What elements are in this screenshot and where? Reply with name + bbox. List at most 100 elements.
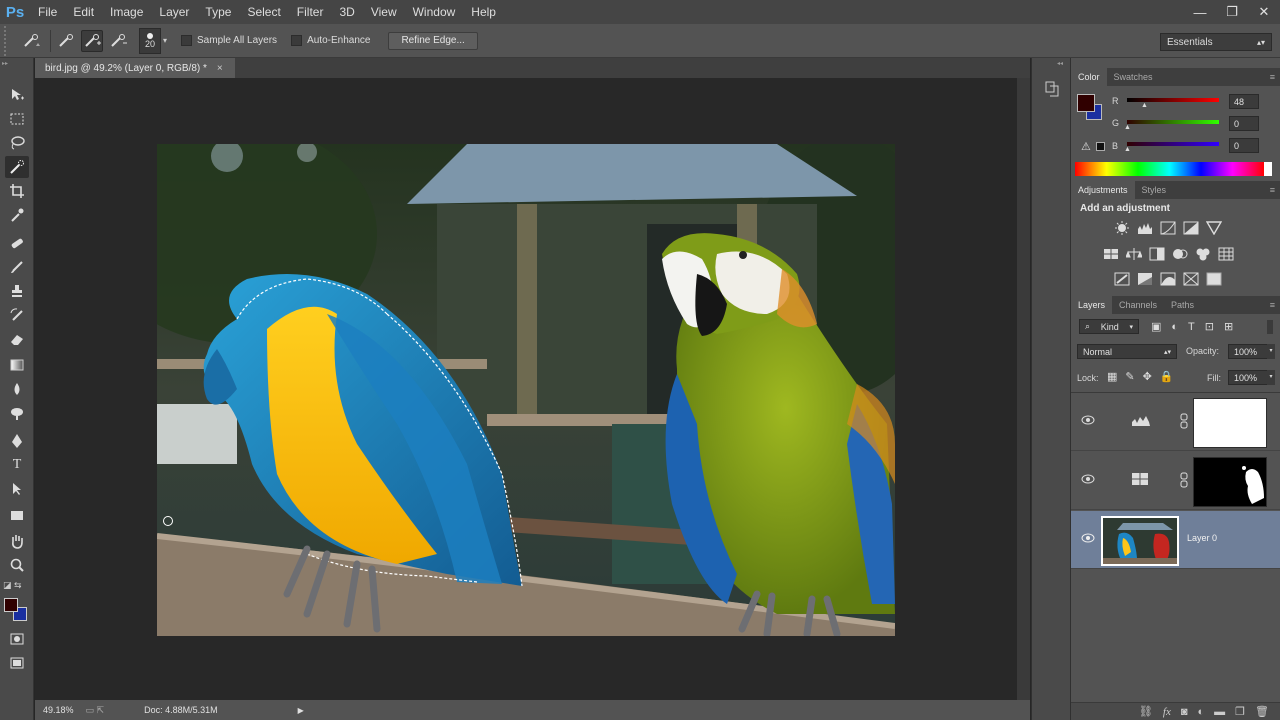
vertical-scrollbar[interactable]	[1017, 78, 1030, 700]
hand-tool[interactable]	[5, 530, 29, 552]
menu-type[interactable]: Type	[197, 0, 239, 24]
history-brush-tool[interactable]	[5, 304, 29, 326]
add-to-selection-button[interactable]	[81, 29, 103, 52]
blend-mode-dropdown[interactable]: Normal ▴▾	[1077, 344, 1177, 359]
menu-layer[interactable]: Layer	[151, 0, 197, 24]
menu-image[interactable]: Image	[102, 0, 151, 24]
menu-file[interactable]: File	[30, 0, 65, 24]
link-icon[interactable]	[1179, 413, 1189, 429]
layer-mask-thumbnail[interactable]	[1193, 398, 1267, 448]
tools-collapse-icon[interactable]: ▸▸	[2, 60, 32, 67]
menu-help[interactable]: Help	[463, 0, 504, 24]
pen-tool[interactable]	[5, 430, 29, 452]
panel-menu-icon[interactable]: ≡	[1270, 300, 1275, 310]
clone-stamp-tool[interactable]	[5, 280, 29, 302]
layer-row[interactable]	[1071, 452, 1280, 510]
new-layer-icon[interactable]: ❐	[1235, 705, 1245, 718]
menu-window[interactable]: Window	[405, 0, 464, 24]
threshold-icon[interactable]	[1160, 272, 1176, 286]
dodge-tool[interactable]	[5, 402, 29, 424]
quick-mask-button[interactable]	[5, 628, 29, 650]
color-ramp[interactable]	[1075, 162, 1264, 176]
layer-filter-icons[interactable]: ▣◐T⊡⊞	[1151, 320, 1243, 333]
red-slider-thumb[interactable]: ▲	[1141, 102, 1148, 109]
menu-filter[interactable]: Filter	[289, 0, 332, 24]
posterize-icon[interactable]	[1137, 272, 1153, 286]
screen-mode-button[interactable]	[5, 652, 29, 674]
opacity-input[interactable]: 100%	[1228, 344, 1268, 359]
tab-styles[interactable]: Styles	[1135, 181, 1174, 199]
tab-swatches[interactable]: Swatches	[1107, 68, 1160, 86]
new-adjustment-icon[interactable]: ◐	[1198, 706, 1205, 718]
marquee-tool[interactable]	[5, 108, 29, 130]
red-value-input[interactable]: 48	[1229, 94, 1259, 109]
filter-toggle[interactable]	[1267, 320, 1273, 334]
add-mask-icon[interactable]: ◙	[1181, 706, 1188, 718]
refine-edge-button[interactable]: Refine Edge...	[388, 31, 478, 50]
crop-tool[interactable]	[5, 180, 29, 202]
panel-menu-icon[interactable]: ≡	[1270, 185, 1275, 195]
history-panel-button[interactable]	[1044, 80, 1060, 98]
foreground-color-swatch[interactable]	[4, 598, 18, 612]
auto-enhance-option[interactable]: Auto-Enhance	[291, 35, 370, 46]
export-icon[interactable]: ▭ ⇱	[86, 705, 105, 716]
eraser-tool[interactable]	[5, 328, 29, 350]
channel-mixer-icon[interactable]	[1195, 247, 1211, 261]
gradient-map-icon[interactable]	[1206, 272, 1222, 286]
tab-color[interactable]: Color	[1071, 68, 1107, 86]
restore-button[interactable]: ❐	[1216, 0, 1248, 24]
path-selection-tool[interactable]	[5, 478, 29, 500]
photo-filter-icon[interactable]	[1172, 247, 1188, 261]
new-group-icon[interactable]: ▬	[1214, 706, 1225, 718]
green-value-input[interactable]: 0	[1229, 116, 1259, 131]
tool-preset-picker[interactable]	[20, 30, 42, 52]
levels-icon[interactable]	[1137, 221, 1153, 235]
brush-size-picker[interactable]: 20	[139, 27, 161, 54]
tab-adjustments[interactable]: Adjustments	[1071, 181, 1135, 199]
tab-paths[interactable]: Paths	[1164, 296, 1201, 314]
gamut-warning-icon[interactable]: ⚠	[1081, 140, 1091, 153]
white-swatch[interactable]	[1264, 162, 1272, 176]
black-white-icon[interactable]	[1149, 247, 1165, 261]
selective-color-icon[interactable]	[1183, 272, 1199, 286]
gradient-tool[interactable]	[5, 354, 29, 376]
collapse-icon[interactable]: ◂◂	[1057, 60, 1063, 67]
subtract-from-selection-button[interactable]	[107, 30, 129, 52]
lasso-tool[interactable]	[5, 132, 29, 154]
default-colors-icon[interactable]: ◪ ⇆	[3, 580, 22, 591]
blue-slider-thumb[interactable]: ▲	[1124, 146, 1131, 153]
tab-channels[interactable]: Channels	[1112, 296, 1164, 314]
brush-dropdown-icon[interactable]: ▾	[163, 36, 167, 45]
fill-dropdown[interactable]: ▾	[1267, 370, 1275, 385]
blur-tool[interactable]	[5, 378, 29, 400]
status-menu-icon[interactable]: ▶	[298, 706, 304, 715]
lock-icons[interactable]: ▦✎✥🔒	[1107, 370, 1182, 383]
color-lookup-icon[interactable]	[1218, 247, 1234, 261]
new-selection-button[interactable]	[55, 30, 77, 52]
blue-value-input[interactable]: 0	[1229, 138, 1259, 153]
workspace-switcher[interactable]: Essentials ▴▾	[1160, 33, 1272, 51]
eye-icon[interactable]	[1081, 474, 1095, 484]
move-tool[interactable]	[5, 84, 29, 106]
exposure-icon[interactable]	[1183, 221, 1199, 235]
document-canvas[interactable]	[157, 144, 895, 636]
zoom-tool[interactable]	[5, 554, 29, 576]
layer-style-icon[interactable]: fx	[1163, 706, 1171, 718]
layer-thumbnail[interactable]	[1101, 516, 1179, 566]
menu-3d[interactable]: 3D	[331, 0, 362, 24]
brightness-icon[interactable]	[1114, 221, 1130, 235]
fill-input[interactable]: 100%	[1228, 370, 1268, 385]
healing-brush-tool[interactable]	[5, 232, 29, 254]
web-safe-swatch[interactable]	[1096, 142, 1105, 151]
menu-view[interactable]: View	[363, 0, 405, 24]
link-layers-icon[interactable]: ⛓	[1139, 705, 1153, 718]
opacity-dropdown[interactable]: ▾	[1267, 344, 1275, 359]
hue-saturation-icon[interactable]	[1103, 247, 1119, 261]
zoom-level[interactable]: 49.18%	[43, 705, 74, 715]
eye-icon[interactable]	[1081, 533, 1095, 543]
blue-slider[interactable]	[1127, 142, 1219, 146]
link-icon[interactable]	[1179, 472, 1189, 488]
curves-icon[interactable]	[1160, 221, 1176, 235]
color-balance-icon[interactable]	[1126, 247, 1142, 261]
sample-all-layers-checkbox[interactable]	[181, 35, 193, 46]
